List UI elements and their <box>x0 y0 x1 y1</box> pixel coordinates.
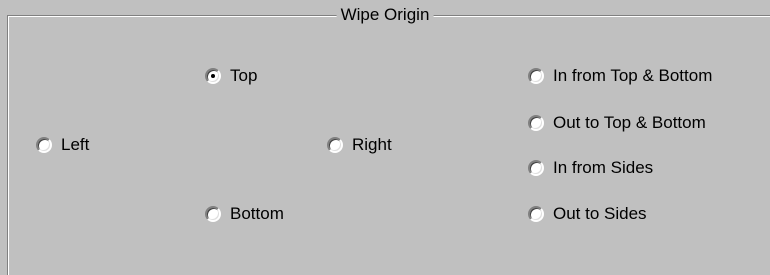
radio-left-label: Left <box>61 135 90 154</box>
radio-out-to-sides-label: Out to Sides <box>553 204 647 223</box>
radio-selected-dot-icon <box>211 74 215 78</box>
radio-in-from-sides-label: In from Sides <box>553 158 654 177</box>
wipe-origin-title: Wipe Origin <box>336 5 434 25</box>
radio-in-from-top-bottom[interactable]: In from Top & Bottom <box>528 65 712 87</box>
radio-in-from-top-bottom-label: In from Top & Bottom <box>553 66 713 85</box>
radio-top-label: Top <box>230 66 258 85</box>
radio-top[interactable]: Top <box>205 65 257 87</box>
radio-left[interactable]: Left <box>36 134 89 156</box>
radio-button-icon[interactable] <box>36 137 52 153</box>
radio-out-to-top-bottom-label: Out to Top & Bottom <box>553 113 706 132</box>
radio-button-icon[interactable] <box>205 68 221 84</box>
radio-button-icon[interactable] <box>528 160 544 176</box>
radio-button-icon[interactable] <box>528 115 544 131</box>
radio-bottom[interactable]: Bottom <box>205 203 284 225</box>
radio-right[interactable]: Right <box>327 134 392 156</box>
radio-button-icon[interactable] <box>205 206 221 222</box>
radio-button-icon[interactable] <box>528 68 544 84</box>
radio-in-from-sides[interactable]: In from Sides <box>528 157 653 179</box>
radio-bottom-label: Bottom <box>230 204 284 223</box>
radio-button-icon[interactable] <box>528 206 544 222</box>
radio-button-icon[interactable] <box>327 137 343 153</box>
radio-out-to-sides[interactable]: Out to Sides <box>528 203 647 225</box>
radio-out-to-top-bottom[interactable]: Out to Top & Bottom <box>528 112 706 134</box>
radio-right-label: Right <box>352 135 392 154</box>
